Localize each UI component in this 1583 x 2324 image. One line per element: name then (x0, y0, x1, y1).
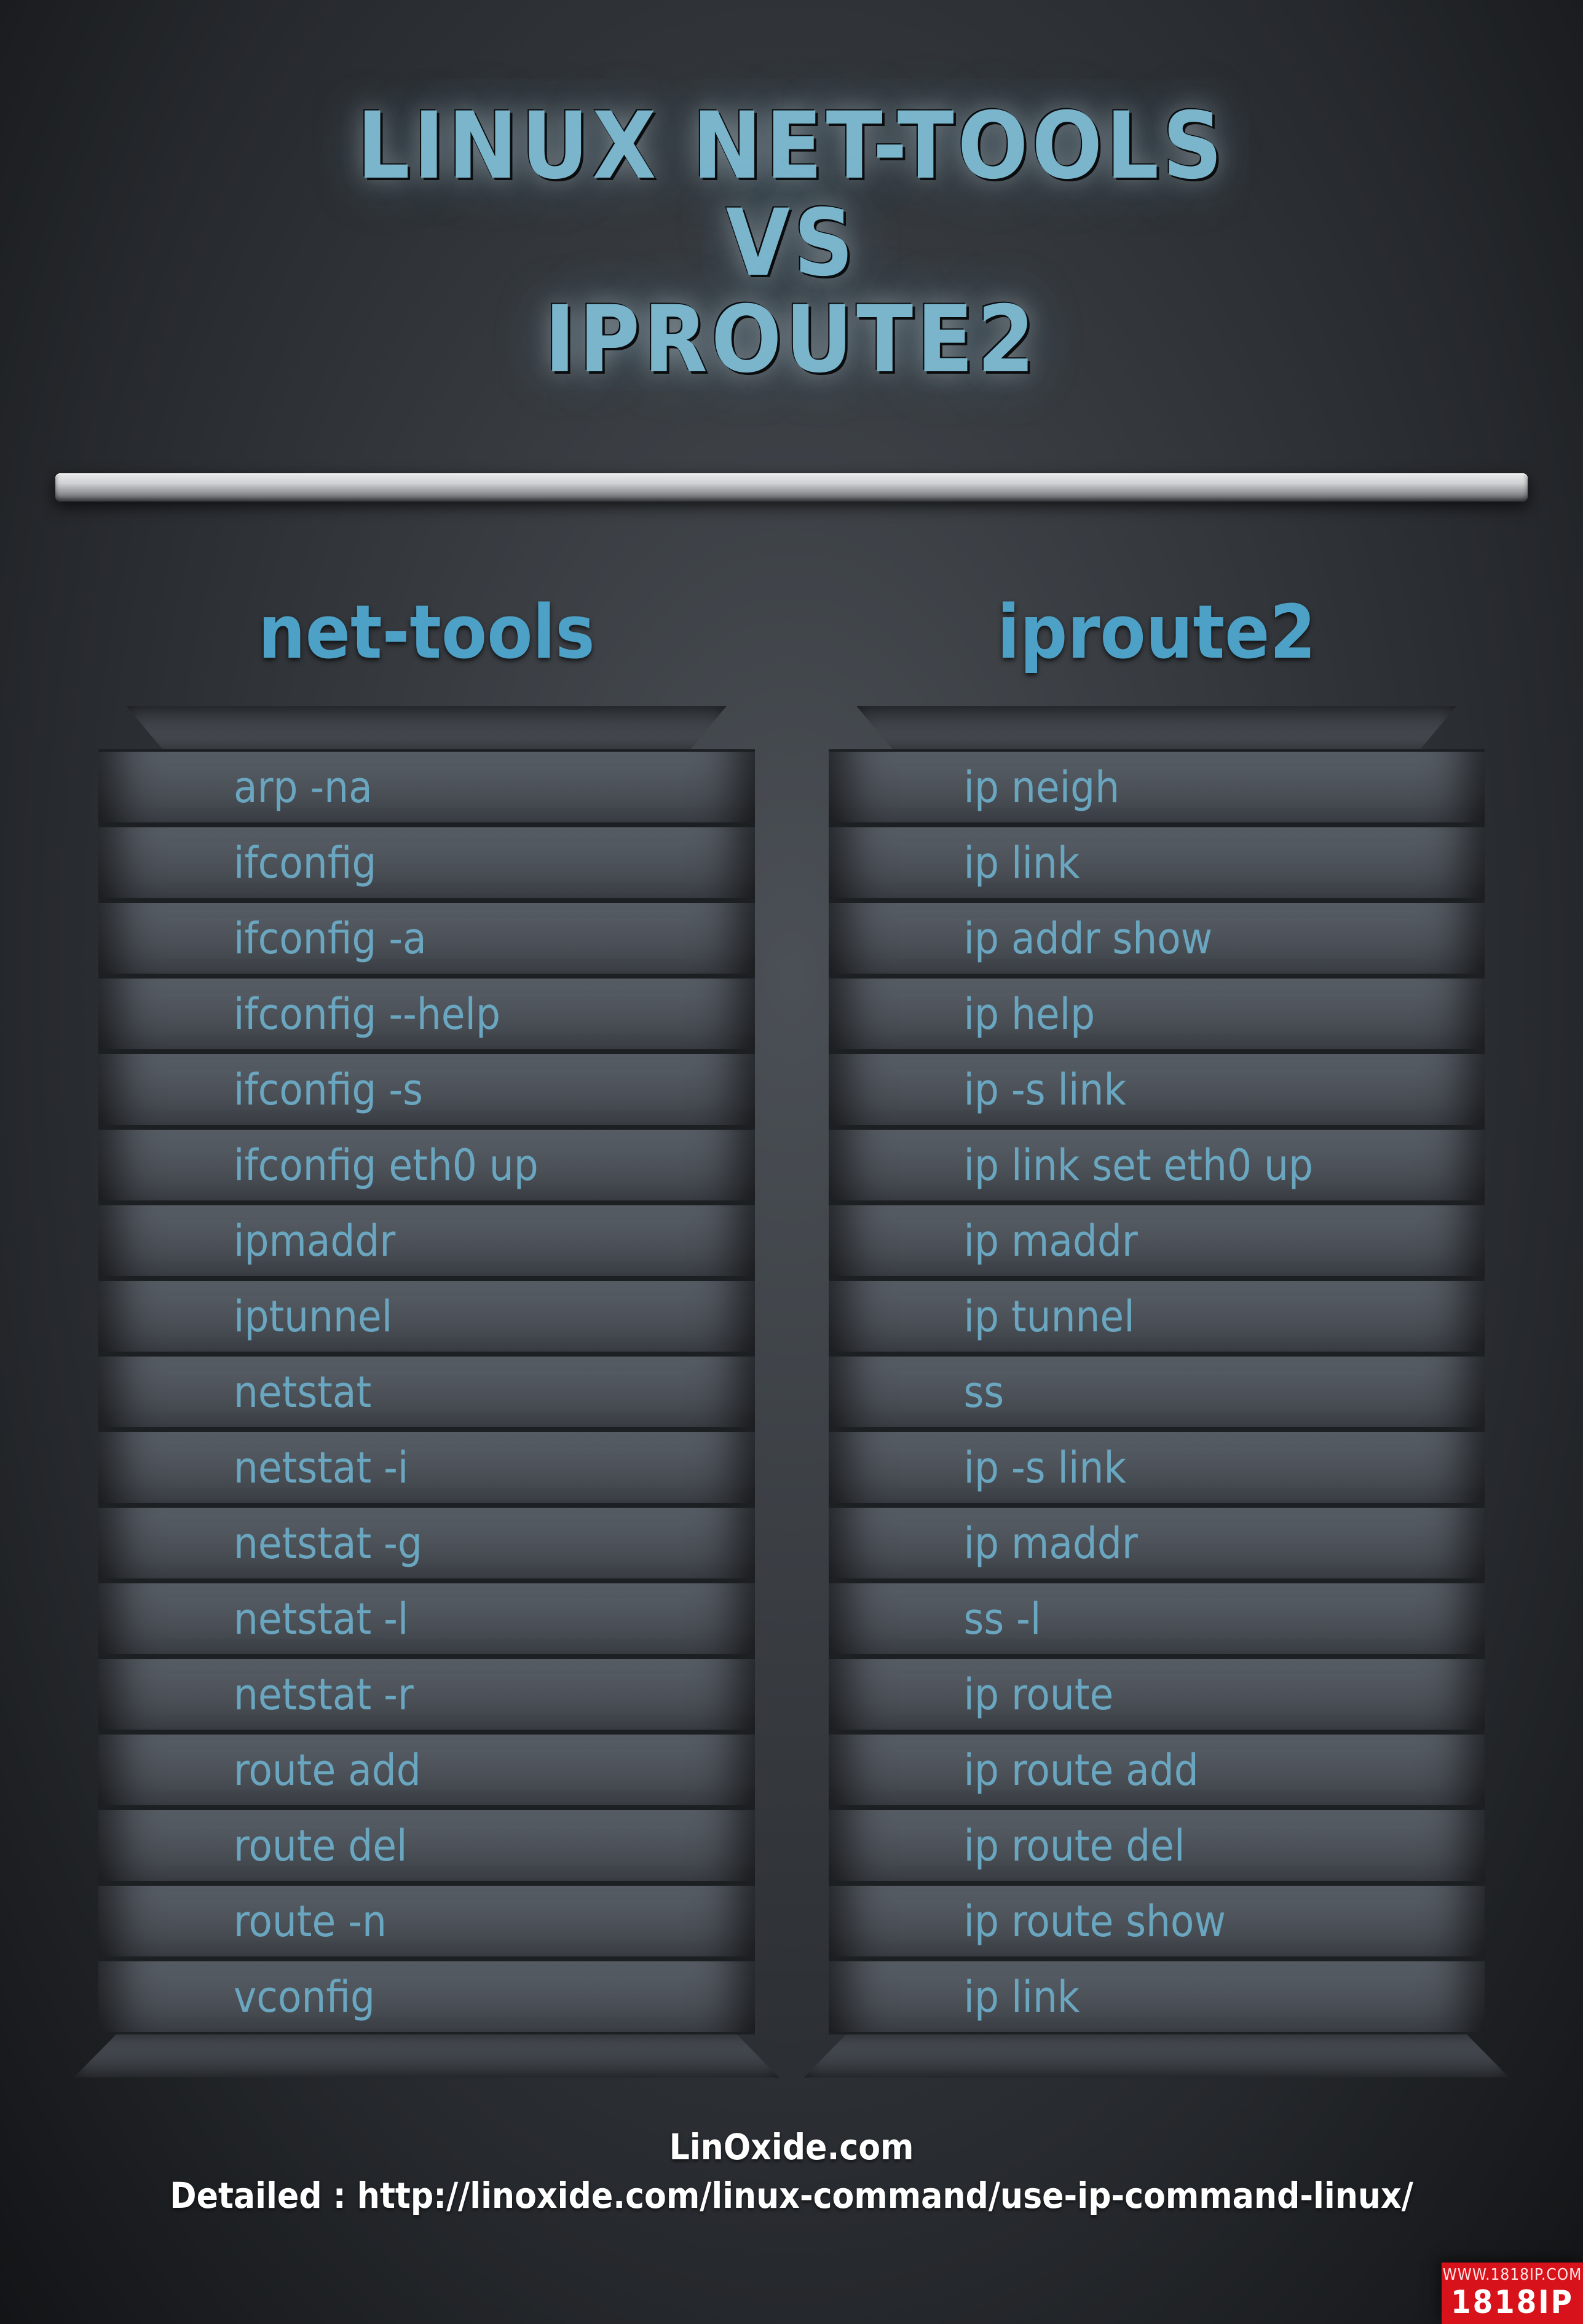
command-text: ifconfig eth0 up (234, 1140, 539, 1191)
list-item: netstat (98, 1354, 755, 1430)
title-line-3: IPROUTE2 (545, 286, 1038, 393)
list-item: ifconfig -a (98, 900, 755, 976)
net-tools-rack: arp -na ifconfig ifconfig -a ifconfig --… (74, 706, 780, 2078)
footer-site: LinOxide.com (669, 2126, 914, 2168)
command-text: ip link set eth0 up (964, 1140, 1313, 1191)
iproute2-rack: ip neigh ip link ip addr show ip help ip… (804, 706, 1510, 2078)
command-text: vconfig (234, 1972, 375, 2022)
list-item: route -n (98, 1883, 755, 1959)
list-item: ipmaddr (98, 1203, 755, 1278)
badge-large: 1818IP (1451, 2284, 1574, 2321)
list-item: netstat -i (98, 1430, 755, 1505)
divider-bar (55, 473, 1528, 502)
list-item: ip link (829, 825, 1485, 900)
list-item: ip tunnel (829, 1278, 1485, 1354)
list-item: arp -na (98, 749, 755, 825)
command-text: ip maddr (964, 1216, 1138, 1266)
command-text: ss (964, 1367, 1005, 1417)
command-text: arp -na (234, 762, 373, 813)
command-text: netstat -i (234, 1443, 408, 1493)
command-text: ip route del (964, 1821, 1185, 1871)
command-text: ifconfig -a (234, 913, 427, 964)
list-item: ip maddr (829, 1505, 1485, 1581)
list-item: ip route add (829, 1732, 1485, 1808)
command-text: route del (234, 1821, 407, 1871)
list-item: ss (829, 1354, 1485, 1430)
list-item: ip -s link (829, 1430, 1485, 1505)
list-item: ip link (829, 1959, 1485, 2034)
command-text: iptunnel (234, 1291, 392, 1342)
list-item: ip -s link (829, 1052, 1485, 1127)
command-text: netstat -g (234, 1518, 422, 1569)
list-item: route add (98, 1732, 755, 1808)
list-item: ip route del (829, 1808, 1485, 1883)
command-text: route -n (234, 1896, 387, 1947)
command-text: netstat -r (234, 1669, 414, 1720)
footer: LinOxide.com Detailed : http://linoxide.… (0, 2123, 1583, 2220)
list-item: ifconfig --help (98, 976, 755, 1052)
list-item: ifconfig -s (98, 1052, 755, 1127)
comparison-area: net-tools arp -na ifconfig ifconfig -a i… (74, 590, 1509, 2090)
list-item: ip route show (829, 1883, 1485, 1959)
command-text: ip -s link (964, 1065, 1126, 1115)
iproute2-panel: iproute2 ip neigh ip link ip addr show i… (804, 590, 1510, 2090)
list-item: ss -l (829, 1581, 1485, 1656)
command-text: ifconfig -s (234, 1065, 423, 1115)
list-item: ip neigh (829, 749, 1485, 825)
rack-plinth (804, 2034, 1510, 2078)
list-item: iptunnel (98, 1278, 755, 1354)
command-text: ip link (964, 838, 1080, 888)
rack-cap (857, 706, 1457, 749)
command-text: ip neigh (964, 762, 1120, 813)
iproute2-heading: iproute2 (804, 590, 1510, 676)
list-item: ip addr show (829, 900, 1485, 976)
list-item: ip route (829, 1656, 1485, 1732)
command-text: ip -s link (964, 1443, 1126, 1493)
command-text: netstat (234, 1367, 371, 1417)
command-text: route add (234, 1745, 421, 1795)
title-line-1: LINUX NET-TOOLS (357, 93, 1226, 200)
command-text: ip route add (964, 1745, 1199, 1795)
title-line-2: VS (726, 190, 858, 297)
list-item: ip maddr (829, 1203, 1485, 1278)
command-text: ifconfig (234, 838, 376, 888)
list-item: ip help (829, 976, 1485, 1052)
command-text: ip route show (964, 1896, 1226, 1947)
badge-small: WWW.1818IP.COM (1443, 2266, 1582, 2284)
rack-plinth (74, 2034, 780, 2078)
list-item: ifconfig eth0 up (98, 1127, 755, 1203)
command-text: ip link (964, 1972, 1080, 2022)
footer-detail: Detailed : http://linoxide.com/linux-com… (170, 2175, 1413, 2216)
watermark-badge: WWW.1818IP.COM 1818IP (1442, 2263, 1583, 2324)
net-tools-panel: net-tools arp -na ifconfig ifconfig -a i… (74, 590, 780, 2090)
command-text: ss -l (964, 1594, 1041, 1644)
list-item: vconfig (98, 1959, 755, 2034)
list-item: netstat -g (98, 1505, 755, 1581)
rack-cap (127, 706, 727, 749)
list-item: route del (98, 1808, 755, 1883)
list-item: ifconfig (98, 825, 755, 900)
command-text: ip tunnel (964, 1291, 1135, 1342)
command-text: netstat -l (234, 1594, 408, 1644)
page-title: LINUX NET-TOOLS VS IPROUTE2 (0, 98, 1583, 389)
command-text: ipmaddr (234, 1216, 395, 1266)
net-tools-heading: net-tools (74, 590, 780, 676)
command-text: ip maddr (964, 1518, 1138, 1569)
list-item: netstat -l (98, 1581, 755, 1656)
command-text: ip route (964, 1669, 1114, 1720)
list-item: netstat -r (98, 1656, 755, 1732)
command-text: ifconfig --help (234, 989, 500, 1039)
command-text: ip addr show (964, 913, 1213, 964)
command-text: ip help (964, 989, 1095, 1039)
list-item: ip link set eth0 up (829, 1127, 1485, 1203)
